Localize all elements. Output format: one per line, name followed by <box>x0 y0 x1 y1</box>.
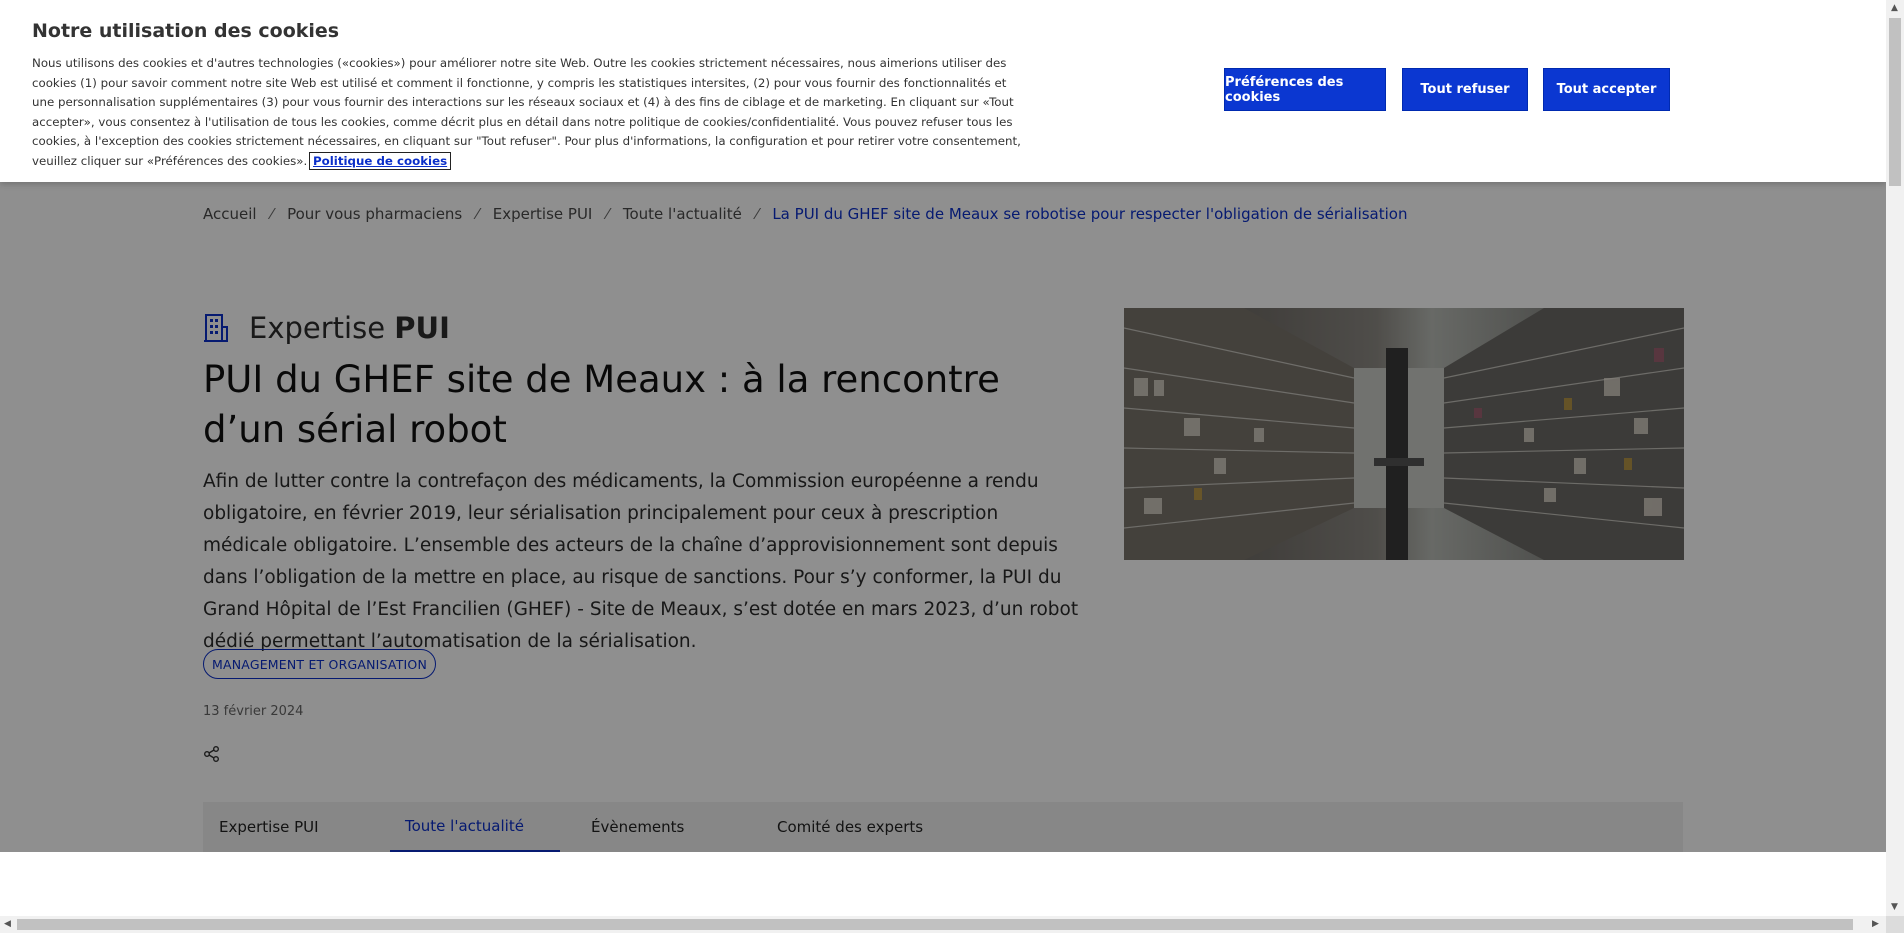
vertical-scroll-thumb[interactable] <box>1889 18 1901 186</box>
scroll-left-icon[interactable]: ◀ <box>4 919 11 929</box>
horizontal-scroll-thumb[interactable] <box>17 919 1853 930</box>
cookie-banner: Notre utilisation des cookies Nous utili… <box>0 0 1886 182</box>
cookie-preferences-button[interactable]: Préférences des cookies <box>1224 68 1386 111</box>
scroll-up-icon[interactable]: ▲ <box>1891 3 1898 13</box>
vertical-scrollbar[interactable]: ▲ ▼ <box>1886 0 1904 916</box>
cookie-title: Notre utilisation des cookies <box>32 20 340 42</box>
horizontal-scrollbar[interactable]: ◀ ▶ <box>0 916 1886 933</box>
cookie-policy-link[interactable]: Politique de cookies <box>308 151 452 170</box>
cookie-description: Nous utilisons des cookies et d'autres t… <box>32 56 1021 170</box>
refuse-all-button[interactable]: Tout refuser <box>1402 68 1528 111</box>
scroll-down-icon[interactable]: ▼ <box>1891 902 1898 912</box>
accept-all-button[interactable]: Tout accepter <box>1543 68 1670 111</box>
scroll-right-icon[interactable]: ▶ <box>1872 919 1879 929</box>
scrollbar-corner <box>1886 916 1904 933</box>
